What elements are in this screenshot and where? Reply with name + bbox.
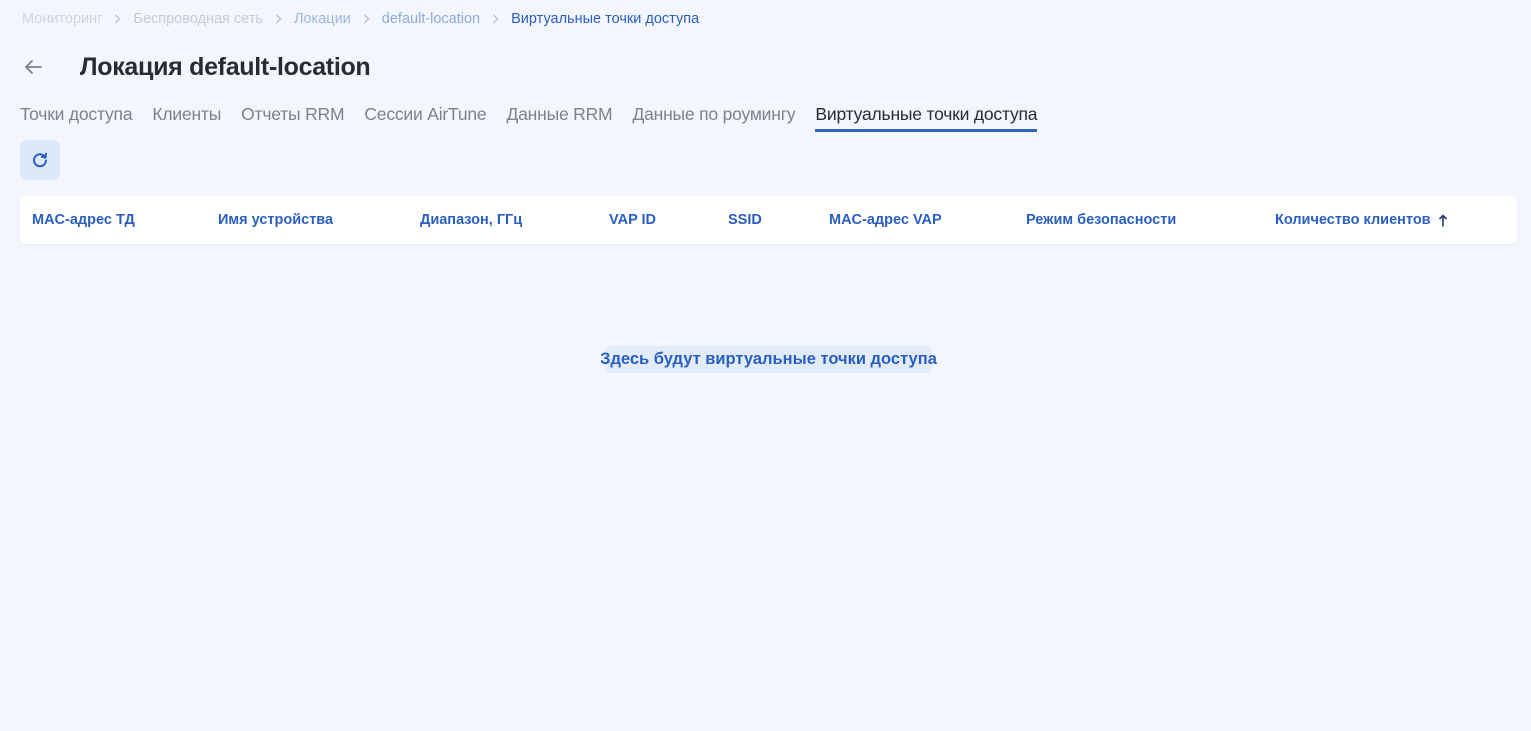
column-header-label: Режим безопасности xyxy=(1026,212,1177,228)
tab-rrm-data[interactable]: Данные RRM xyxy=(506,104,612,129)
column-header-security-mode[interactable]: Режим безопасности xyxy=(1026,196,1176,244)
arrow-left-icon xyxy=(25,60,42,74)
tab-access-points[interactable]: Точки доступа xyxy=(20,104,133,129)
breadcrumb-current: Виртуальные точки доступа xyxy=(511,11,700,27)
chevron-right-icon xyxy=(363,14,370,24)
breadcrumb-item-location[interactable]: default-location xyxy=(382,11,480,27)
chevron-right-icon xyxy=(114,14,121,24)
column-header-client-count[interactable]: Количество клиентов xyxy=(1275,196,1447,244)
column-header-ssid[interactable]: SSID xyxy=(728,196,762,244)
breadcrumb-item-monitoring[interactable]: Мониторинг xyxy=(22,11,102,27)
chevron-right-icon xyxy=(275,14,282,24)
tab-rrm-reports[interactable]: Отчеты RRM xyxy=(241,104,344,129)
page-title: Локация default-location xyxy=(80,52,371,81)
column-header-vap-mac[interactable]: MAC-адрес VAP xyxy=(829,196,942,244)
column-header-ap-mac[interactable]: MAC-адрес ТД xyxy=(32,196,135,244)
refresh-button[interactable] xyxy=(20,140,60,180)
column-header-label: Диапазон, ГГц xyxy=(420,212,523,228)
column-header-label: MAC-адрес VAP xyxy=(829,212,942,228)
breadcrumb-item-locations[interactable]: Локации xyxy=(294,11,351,27)
breadcrumb: Мониторинг Беспроводная сеть Локации def… xyxy=(22,10,699,28)
column-header-label: Количество клиентов xyxy=(1275,212,1431,228)
tab-airtune-sessions[interactable]: Сессии AirTune xyxy=(364,104,486,129)
empty-state-message: Здесь будут виртуальные точки доступа xyxy=(600,346,937,373)
column-header-band[interactable]: Диапазон, ГГц xyxy=(420,196,522,244)
sort-ascending-icon xyxy=(1438,214,1447,227)
column-header-vap-id[interactable]: VAP ID xyxy=(609,196,656,244)
column-header-device-name[interactable]: Имя устройства xyxy=(218,196,333,244)
chevron-right-icon xyxy=(492,14,499,24)
vap-table: MAC-адрес ТД Имя устройства Диапазон, ГГ… xyxy=(20,196,1517,244)
tab-clients[interactable]: Клиенты xyxy=(152,104,221,129)
page-header: Локация default-location xyxy=(20,50,371,84)
tab-bar: Точки доступа Клиенты Отчеты RRM Сессии … xyxy=(20,104,1057,132)
column-header-label: Имя устройства xyxy=(218,212,334,228)
refresh-icon xyxy=(33,152,47,168)
column-header-label: VAP ID xyxy=(609,212,657,228)
column-header-label: SSID xyxy=(728,212,762,228)
column-header-label: MAC-адрес ТД xyxy=(32,212,135,228)
back-button[interactable] xyxy=(20,54,46,80)
tab-roaming-data[interactable]: Данные по роумингу xyxy=(632,104,795,129)
tab-virtual-access-points[interactable]: Виртуальные точки доступа xyxy=(815,104,1038,132)
breadcrumb-item-wireless[interactable]: Беспроводная сеть xyxy=(133,11,263,27)
